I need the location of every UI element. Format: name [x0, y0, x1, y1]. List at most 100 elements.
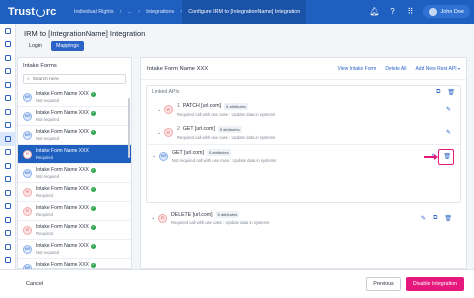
breadcrumb-current: Configure IRM to [IntegrationName] Integ… — [182, 0, 307, 24]
grid-icon — [5, 135, 11, 142]
bell-icon[interactable]: 🔔︎ — [369, 7, 379, 17]
rail-item-11[interactable] — [0, 173, 16, 187]
form-name: Intake Form Name XXX — [36, 186, 89, 192]
app-rail — [0, 24, 16, 284]
rail-item-12[interactable] — [0, 186, 16, 200]
chevron-down-icon[interactable]: ⌄ — [157, 130, 164, 136]
rail-item-10[interactable] — [0, 159, 16, 173]
tab-login[interactable]: Login — [24, 41, 47, 51]
check-icon: ✓ — [90, 262, 96, 268]
form-name: Intake Form Name XXX — [36, 148, 89, 154]
intake-form-item[interactable]: R Intake Form Name XXX Required — [18, 145, 131, 164]
copy-icon[interactable]: ⧉ — [433, 215, 437, 222]
user-name: John Doe — [440, 8, 464, 15]
api-description: Required call with use case : Update dat… — [177, 134, 276, 140]
chevron-down-icon[interactable]: ⌄ — [152, 153, 159, 159]
tag-icon — [5, 230, 11, 237]
scrollbar[interactable] — [128, 98, 130, 158]
help-icon[interactable]: ? — [387, 7, 397, 17]
edit-icon[interactable]: ✎ — [446, 129, 451, 136]
edit-icon[interactable]: ✎ — [421, 215, 426, 222]
breadcrumb-individual-rights[interactable]: Individual Rights — [68, 0, 120, 24]
rail-item-4[interactable] — [0, 78, 16, 92]
shield-icon — [5, 54, 11, 61]
chevron-down-icon[interactable]: ⌄ — [157, 107, 164, 113]
intake-form-item[interactable]: R Intake Form Name XXX ✓ Required — [18, 183, 131, 202]
required-badge: R — [23, 206, 32, 216]
intake-form-item[interactable]: NR Intake Form Name XXX✓ Not required — [18, 126, 131, 145]
disable-integration-button[interactable]: Disable Integration — [405, 277, 464, 291]
previous-button[interactable]: Previous — [366, 277, 401, 291]
form-status: Not required — [36, 136, 60, 141]
file-icon — [5, 81, 11, 88]
form-name: Intake Form Name XXX — [36, 91, 89, 97]
delete-all-button[interactable]: Delete All — [385, 66, 406, 72]
not-required-badge: NR — [23, 130, 32, 140]
form-name: Intake Form Name XXX — [36, 167, 89, 173]
breadcrumb: Individual Rights › ... › Integrations ›… — [68, 0, 307, 24]
not-required-badge: NR — [159, 151, 168, 161]
intake-form-item[interactable]: NR Intake Form Name XXX✓ Not required — [18, 240, 131, 259]
check-icon: ✓ — [90, 205, 96, 211]
intake-form-item[interactable]: NR Intake Form Name XXX✓ Not required — [18, 88, 131, 107]
chart-icon — [5, 68, 11, 75]
intake-forms-heading: Intake Forms — [23, 63, 57, 69]
trash-icon[interactable]: 🗑︎ — [447, 89, 455, 96]
rail-item-15[interactable] — [0, 227, 16, 241]
rail-item-8[interactable] — [0, 132, 16, 146]
rail-item-16[interactable] — [0, 240, 16, 254]
intake-form-list: NR Intake Form Name XXX ✓ Not required NR Int… — [18, 88, 131, 278]
api-title: PATCH [url.com] — [182, 103, 222, 109]
user-menu[interactable]: John Doe — [423, 5, 470, 18]
rail-item-2[interactable] — [0, 51, 16, 65]
form-name: Intake Form Name XXX — [36, 243, 89, 249]
not-required-badge: NR — [23, 92, 32, 102]
rail-item-17[interactable] — [0, 254, 16, 268]
rail-item-9[interactable] — [0, 146, 16, 160]
rail-item-5[interactable] — [0, 92, 16, 106]
page-header: IRM to [IntegrationName] Integration Log… — [16, 24, 474, 52]
add-rest-api-button[interactable]: Add New Rest API ▾ — [415, 66, 460, 72]
intake-form-item[interactable]: R Intake Form Name XXX ✓ Required — [18, 202, 131, 221]
intake-form-item[interactable]: NR Intake Form Name XXX✓ Not required — [18, 107, 131, 126]
trash-icon[interactable]: 🗑︎ — [444, 215, 452, 222]
breadcrumb-more[interactable]: ... — [122, 0, 139, 24]
nodes-icon — [5, 149, 11, 156]
tabs: Login Mappings — [24, 41, 466, 51]
trustarc-logo[interactable]: Trust rc — [0, 0, 68, 24]
chevron-down-icon[interactable]: ⌄ — [151, 215, 158, 221]
rail-item-14[interactable] — [0, 213, 16, 227]
cancel-button[interactable]: Cancel — [26, 281, 366, 287]
intake-form-item[interactable]: R Intake Form Name XXX ✓ Required — [18, 221, 131, 240]
tab-mappings[interactable]: Mappings — [50, 41, 84, 51]
api-description: Required call with use case : Update dat… — [171, 220, 270, 225]
api-title: GET [url.com] — [182, 126, 215, 132]
detail-title: Intake Form Name XXX — [147, 65, 209, 72]
rail-item-0[interactable] — [0, 24, 16, 38]
copy-icon[interactable]: ⧉ — [436, 89, 440, 96]
rail-item-6[interactable] — [0, 105, 16, 119]
rail-item-1[interactable] — [0, 38, 16, 52]
chevron-down-icon: ▾ — [457, 65, 460, 71]
rail-item-3[interactable] — [0, 65, 16, 79]
form-status: Required — [36, 231, 53, 236]
required-badge: R — [23, 187, 32, 197]
form-name: Intake Form Name XXX — [36, 262, 89, 268]
footer-bar: Cancel Previous Disable Integration — [0, 269, 474, 298]
intake-form-item[interactable]: NR Intake Form Name XXX✓ Not required — [18, 164, 131, 183]
required-badge: R — [164, 105, 173, 114]
grid-icon[interactable]: ⠿ — [405, 7, 415, 17]
book-icon — [5, 216, 11, 223]
settings-icon — [5, 257, 11, 264]
rail-item-13[interactable] — [0, 200, 16, 214]
avatar — [429, 7, 438, 16]
view-intake-form-button[interactable]: View Intake Form — [338, 66, 377, 72]
check-icon: ✓ — [90, 167, 96, 173]
breadcrumb-integrations[interactable]: Integrations — [140, 0, 180, 24]
rail-item-7[interactable] — [0, 119, 16, 133]
search-box: ⌕ — [23, 74, 126, 84]
form-status: Not required — [36, 174, 60, 179]
highlight-box — [438, 149, 454, 165]
edit-icon[interactable]: ✎ — [446, 106, 451, 113]
search-input[interactable] — [32, 76, 113, 82]
